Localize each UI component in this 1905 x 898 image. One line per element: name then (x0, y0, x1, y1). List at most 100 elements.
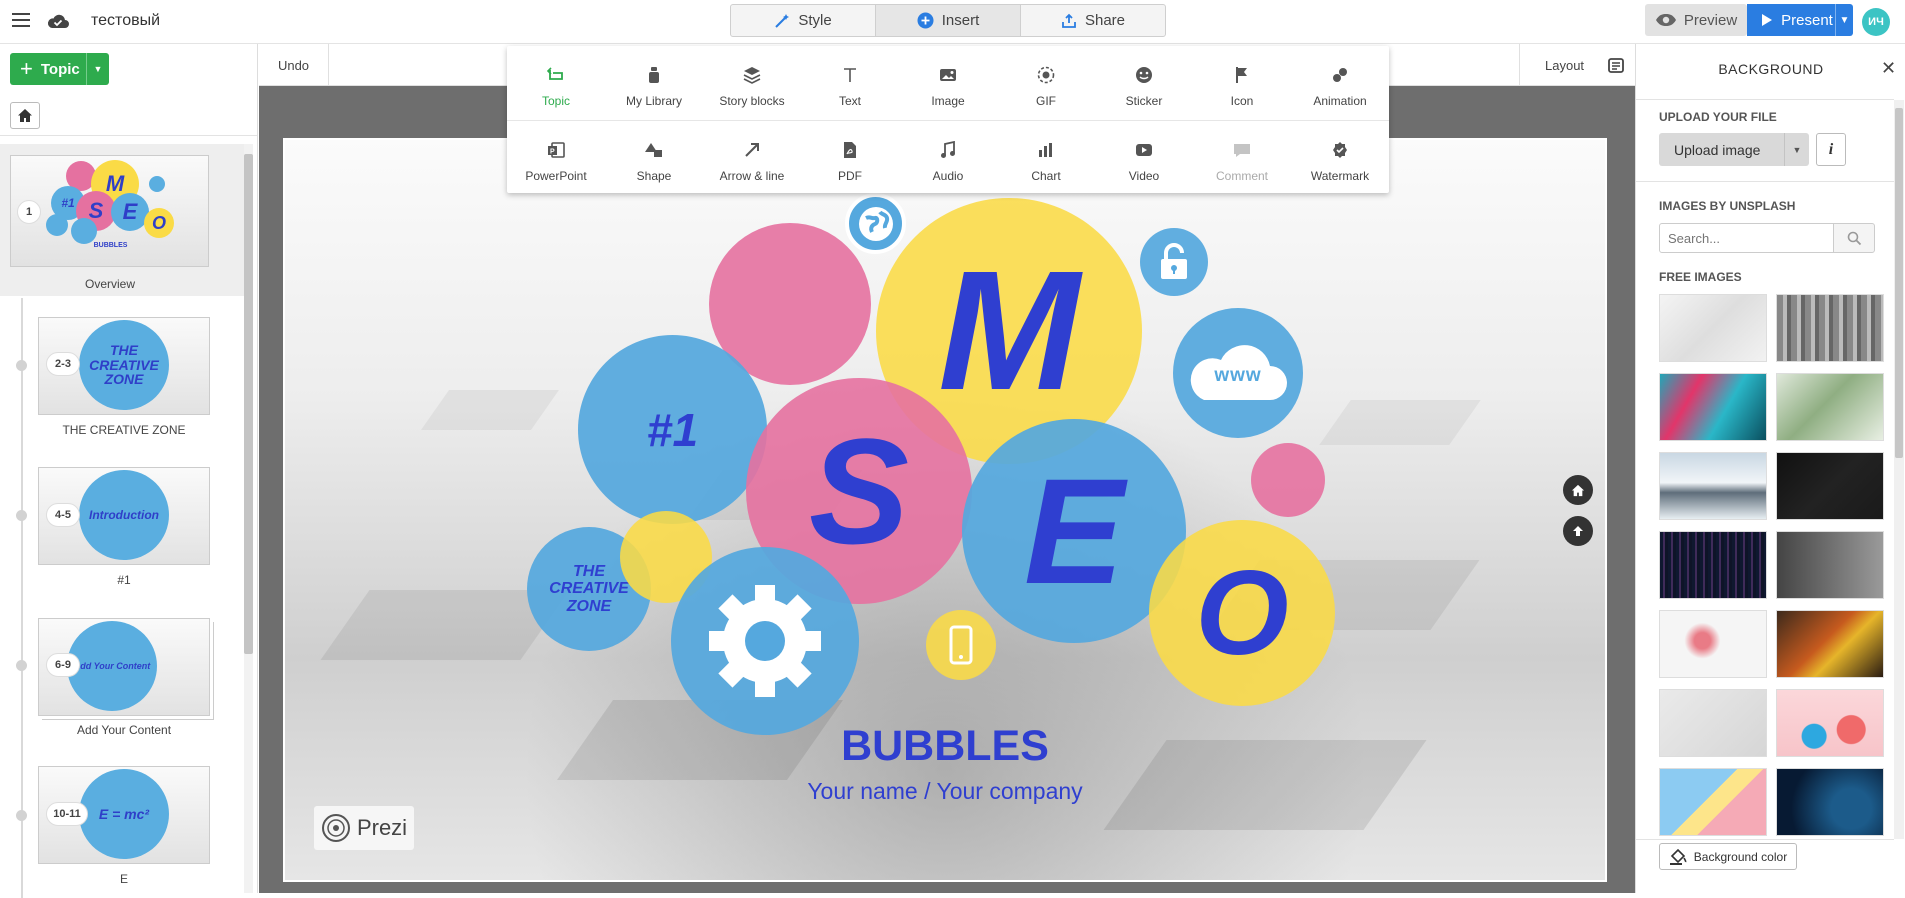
insert-menu: Topic My Library Story blocks Text Image… (507, 46, 1389, 193)
bg-image-thumb[interactable] (1776, 373, 1884, 441)
topic-dropdown-button[interactable]: ▼ (86, 53, 109, 85)
insert-animation[interactable]: Animation (1291, 46, 1389, 119)
globe-bubble[interactable] (845, 193, 906, 254)
insert-image-label: Image (931, 94, 965, 108)
insert-comment-label: Comment (1215, 169, 1268, 183)
slide-list-scroll-thumb[interactable] (244, 154, 253, 654)
bg-image-thumb[interactable] (1659, 768, 1767, 836)
insert-video[interactable]: Video (1095, 121, 1193, 194)
menu-icon[interactable] (12, 13, 30, 27)
bg-image-thumb[interactable] (1776, 452, 1884, 520)
timeline-dot (16, 660, 27, 671)
insert-shape[interactable]: Shape (605, 121, 703, 194)
small-pink-bubble[interactable] (1251, 443, 1325, 517)
tab-share[interactable]: Share (1021, 5, 1165, 36)
bg-image-thumb[interactable] (1659, 689, 1767, 757)
plus-circle-icon (917, 12, 934, 29)
lock-bubble[interactable] (1140, 228, 1208, 296)
insert-arrow-line-label: Arrow & line (719, 169, 785, 183)
insert-pdf[interactable]: PDF (801, 121, 899, 194)
insert-topic-label: Topic (541, 94, 570, 108)
tab-style[interactable]: Style (731, 5, 876, 36)
preview-label: Preview (1683, 11, 1738, 29)
insert-powerpoint[interactable]: P PowerPoint (507, 121, 605, 194)
insert-gif[interactable]: GIF (997, 46, 1095, 119)
tab-insert[interactable]: Insert (876, 5, 1021, 36)
gear-bubble[interactable] (671, 547, 859, 735)
insert-text[interactable]: Text (801, 46, 899, 119)
insert-icon[interactable]: Icon (1193, 46, 1291, 119)
background-color-button[interactable]: Background color (1659, 843, 1797, 870)
insert-topic[interactable]: Topic (507, 46, 605, 119)
bg-image-thumb[interactable] (1659, 452, 1767, 520)
background-color-label: Background color (1693, 849, 1788, 864)
present-dropdown-button[interactable]: ▼ (1835, 4, 1853, 36)
insert-my-library-label: My Library (625, 94, 682, 108)
insert-watermark[interactable]: Watermark (1291, 121, 1389, 194)
library-icon (644, 65, 664, 85)
slide-label: E (119, 872, 128, 886)
slide-number: 2-3 (46, 352, 80, 376)
letter-o-bubble[interactable]: O (1149, 520, 1335, 706)
canvas-back-button[interactable] (1563, 516, 1593, 546)
insert-sticker-label: Sticker (1125, 94, 1163, 108)
search-button[interactable] (1833, 223, 1875, 253)
slide-subtitle[interactable]: Your name / Your company (283, 778, 1607, 805)
layers-icon (742, 65, 762, 85)
insert-chart[interactable]: Chart (997, 121, 1095, 194)
bg-image-thumb[interactable] (1776, 610, 1884, 678)
unsplash-search-input[interactable] (1659, 223, 1834, 253)
panel-scroll-thumb[interactable] (1895, 108, 1903, 458)
layout-button[interactable]: Layout (1519, 44, 1635, 86)
bg-image-thumb[interactable] (1659, 294, 1767, 362)
paint-bucket-icon (1669, 848, 1687, 865)
insert-story-blocks[interactable]: Story blocks (703, 46, 801, 119)
bg-image-thumb[interactable] (1776, 531, 1884, 599)
comment-icon (1232, 140, 1252, 160)
bg-image-thumb[interactable] (1776, 689, 1884, 757)
insert-menu-row: Topic My Library Story blocks Text Image… (507, 46, 1389, 119)
presentation-title[interactable]: тестовый (91, 12, 160, 30)
insert-gif-label: GIF (1036, 94, 1056, 108)
gear-icon (709, 585, 821, 697)
bg-image-thumb[interactable] (1659, 531, 1767, 599)
insert-powerpoint-label: PowerPoint (525, 169, 587, 183)
insert-audio[interactable]: Audio (899, 121, 997, 194)
bg-image-thumb[interactable] (1776, 768, 1884, 836)
slide-title[interactable]: BUBBLES (283, 722, 1607, 771)
close-icon[interactable]: ✕ (1881, 58, 1896, 79)
insert-image[interactable]: Image (899, 46, 997, 119)
insert-sticker[interactable]: Sticker (1095, 46, 1193, 119)
insert-arrow-line[interactable]: Arrow & line (703, 121, 801, 194)
insert-shape-label: Shape (636, 169, 672, 183)
bg-image-thumb[interactable] (1659, 610, 1767, 678)
insert-animation-label: Animation (1313, 94, 1367, 108)
home-button[interactable] (10, 102, 40, 129)
preview-button[interactable]: Preview (1645, 4, 1747, 36)
present-button[interactable]: Present (1747, 4, 1847, 36)
insert-my-library[interactable]: My Library (605, 46, 703, 119)
undo-button[interactable]: Undo (259, 44, 329, 86)
panel-title: BACKGROUND (1718, 61, 1824, 77)
bg-image-thumb[interactable] (1776, 294, 1884, 362)
cloud-saved-icon (46, 12, 70, 35)
insert-comment[interactable]: Comment (1193, 121, 1291, 194)
info-button[interactable]: i (1816, 133, 1846, 166)
insert-icon-label: Icon (1230, 94, 1254, 108)
canvas-home-button[interactable] (1563, 475, 1593, 505)
bg-image-thumb[interactable] (1659, 373, 1767, 441)
home-icon (1571, 484, 1585, 496)
slide-label: #1 (117, 573, 131, 587)
unsplash-heading: IMAGES BY UNSPLASH (1659, 199, 1796, 213)
avatar[interactable]: ИЧ (1862, 8, 1890, 36)
text-icon (840, 65, 860, 85)
timeline-line (21, 298, 23, 898)
www-bubble[interactable]: www (1173, 308, 1303, 438)
hash-bubble[interactable]: #1 (578, 335, 767, 524)
topic-icon (546, 65, 566, 85)
timeline-dot (16, 810, 27, 821)
upload-dropdown-button[interactable]: ▼ (1784, 133, 1809, 166)
phone-bubble[interactable] (926, 610, 996, 680)
video-icon (1134, 140, 1154, 160)
add-topic-button[interactable]: + Topic (10, 53, 98, 85)
